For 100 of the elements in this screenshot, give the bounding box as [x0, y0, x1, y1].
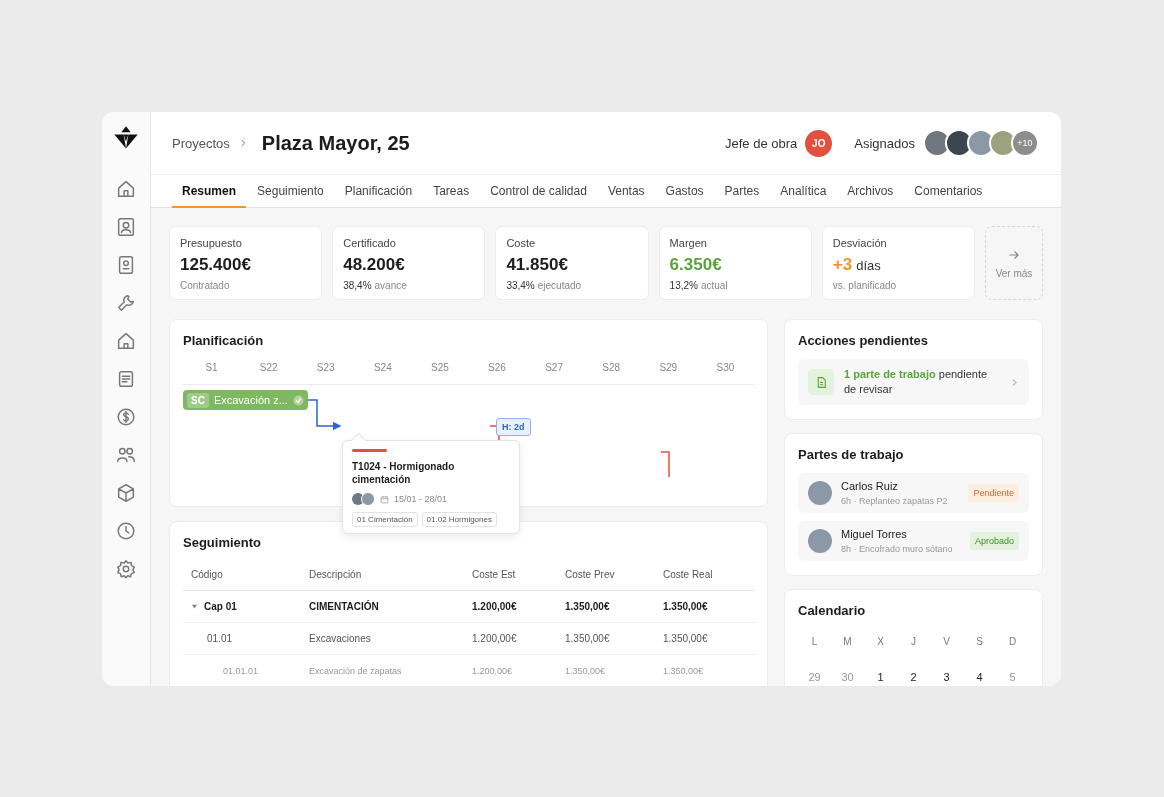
kpi-value: 6.350€: [669, 255, 722, 275]
section-title: Acciones pendientes: [798, 333, 930, 348]
status-badge: Aprobado: [969, 532, 1019, 550]
week-label: S29: [658, 362, 679, 375]
week-label: S25: [430, 362, 450, 375]
cube-icon[interactable]: [115, 481, 137, 505]
breadcrumb-link[interactable]: Proyectos: [172, 135, 230, 151]
weekday-label: M: [842, 636, 853, 647]
action-text: 1 parte de trabajo pendiente de revisar: [844, 367, 989, 397]
kpi-note-value: 13,2%: [669, 280, 698, 291]
section-title: Partes de trabajo: [798, 447, 905, 462]
kpi-label: Certificado: [343, 237, 397, 249]
priority-bar: [352, 449, 387, 452]
calendar-day[interactable]: 4: [963, 671, 996, 683]
dependency-line: [660, 451, 670, 478]
caret-down-icon[interactable]: [191, 603, 198, 610]
avatar-photo: [808, 481, 832, 505]
tab[interactable]: Archivos: [837, 175, 904, 208]
tab[interactable]: Tareas: [423, 175, 480, 208]
avatar-photo: [361, 492, 375, 506]
kpi-value: 48.200€: [343, 255, 405, 275]
kpi-value: 41.850€: [506, 255, 568, 275]
popup-title: T1024 - Hormigonado cimentación: [352, 460, 456, 486]
table-cell: 1.350,00€: [655, 655, 754, 686]
report-detail: 8h · Encofrado muro sótano: [841, 544, 954, 554]
see-more-button[interactable]: Ver más: [985, 226, 1043, 300]
contact-card-icon[interactable]: [115, 215, 137, 239]
table-cell: 1.200,00€: [464, 623, 557, 655]
calendar-day[interactable]: 1: [864, 671, 897, 683]
kpi-note: vs. planificado: [832, 280, 897, 291]
week-label: S30: [715, 362, 736, 375]
kpi-note-value: 38,4%: [343, 280, 372, 291]
tab[interactable]: Analítica: [770, 175, 837, 208]
manager-avatar[interactable]: JO: [805, 129, 833, 157]
document-icon: [808, 369, 834, 395]
column-header: Coste Prev: [557, 559, 655, 591]
task-badge: SC: [187, 392, 209, 408]
calendar-icon: [380, 494, 389, 504]
kpi-value: 125.400€: [180, 255, 251, 275]
tab[interactable]: Control de calidad: [480, 175, 597, 208]
weekday-label: X: [876, 636, 885, 647]
project-title: Plaza Mayor, 25: [261, 131, 411, 155]
table-cell: 1.350,00€: [557, 591, 655, 623]
week-label: S23: [315, 362, 336, 375]
avatar-photo: [808, 529, 832, 553]
section-title: Planificación: [183, 333, 265, 348]
week-label: S27: [544, 362, 564, 375]
table-cell: 1.350,00€: [557, 655, 655, 686]
tag: 01 Cimentación: [352, 512, 418, 527]
table-cell: Excavación de zapatas: [301, 655, 464, 686]
calendar-day[interactable]: 3: [930, 671, 963, 683]
week-label: S22: [258, 362, 279, 375]
column-header: Descripción: [301, 559, 464, 591]
week-label: S28: [601, 362, 622, 375]
person-name: Carlos Ruiz: [841, 480, 899, 492]
column-header: Coste Est: [464, 559, 557, 591]
kpi-note: actual: [700, 280, 728, 291]
work-report-item[interactable]: Carlos Ruiz 6h · Replanteo zapatas P2 Pendiente: [798, 473, 1029, 513]
weekday-label: S: [975, 636, 984, 647]
kpi-unit: días: [856, 258, 881, 273]
tag: 01.02 Hormigones: [421, 512, 497, 527]
table-cell: 01.01: [207, 633, 233, 644]
kpi-note: ejecutado: [537, 280, 582, 291]
settings-icon[interactable]: [115, 557, 137, 581]
tab[interactable]: Gastos: [655, 175, 714, 208]
manager-label: Jefe de obra: [725, 135, 798, 151]
tab[interactable]: Comentarios: [904, 175, 993, 208]
tab[interactable]: Partes: [714, 175, 770, 208]
chevron-right-icon: [1010, 377, 1019, 387]
lag-badge: H: 2d: [496, 418, 531, 436]
column-header: Coste Real: [655, 559, 754, 591]
kpi-note: avance: [374, 280, 407, 291]
calendar-day[interactable]: 2: [897, 671, 930, 683]
tab[interactable]: Seguimiento: [247, 175, 334, 208]
work-report-item[interactable]: Miguel Torres 8h · Encofrado muro sótano Aprobado: [798, 521, 1029, 561]
table-cell: 1.350,00€: [557, 623, 655, 655]
kpi-label: Desviación: [832, 237, 888, 249]
dependency-arrow: [307, 399, 342, 431]
task-label: Excavación z...: [213, 394, 288, 406]
table-cell: 1.350,00€: [655, 591, 754, 623]
column-header: Código: [183, 559, 301, 591]
table-cell: 1.200,00€: [464, 591, 557, 623]
section-title: Seguimiento: [183, 535, 262, 550]
kpi-label: Margen: [669, 237, 708, 249]
kpi-note: Contratado: [180, 280, 230, 291]
tab[interactable]: Ventas: [597, 175, 655, 208]
section-title: Calendario: [798, 603, 867, 618]
week-label: S24: [372, 362, 393, 375]
kpi-value: +3: [832, 255, 853, 275]
weekday-label: L: [810, 636, 819, 647]
table-cell: 01.01.01: [223, 665, 259, 676]
pending-action-item[interactable]: 1 parte de trabajo pendiente de revisar: [798, 359, 1029, 405]
tab[interactable]: Planificación: [334, 175, 423, 208]
weekday-label: D: [1007, 636, 1018, 647]
assigned-label: Asignados: [854, 135, 915, 151]
table-cell: Cap 01: [204, 601, 237, 612]
kpi-note-value: 33,4%: [506, 280, 535, 291]
avatar-photo: [352, 493, 364, 505]
kpi-label: Coste: [506, 237, 537, 249]
weekday-label: V: [942, 636, 951, 647]
